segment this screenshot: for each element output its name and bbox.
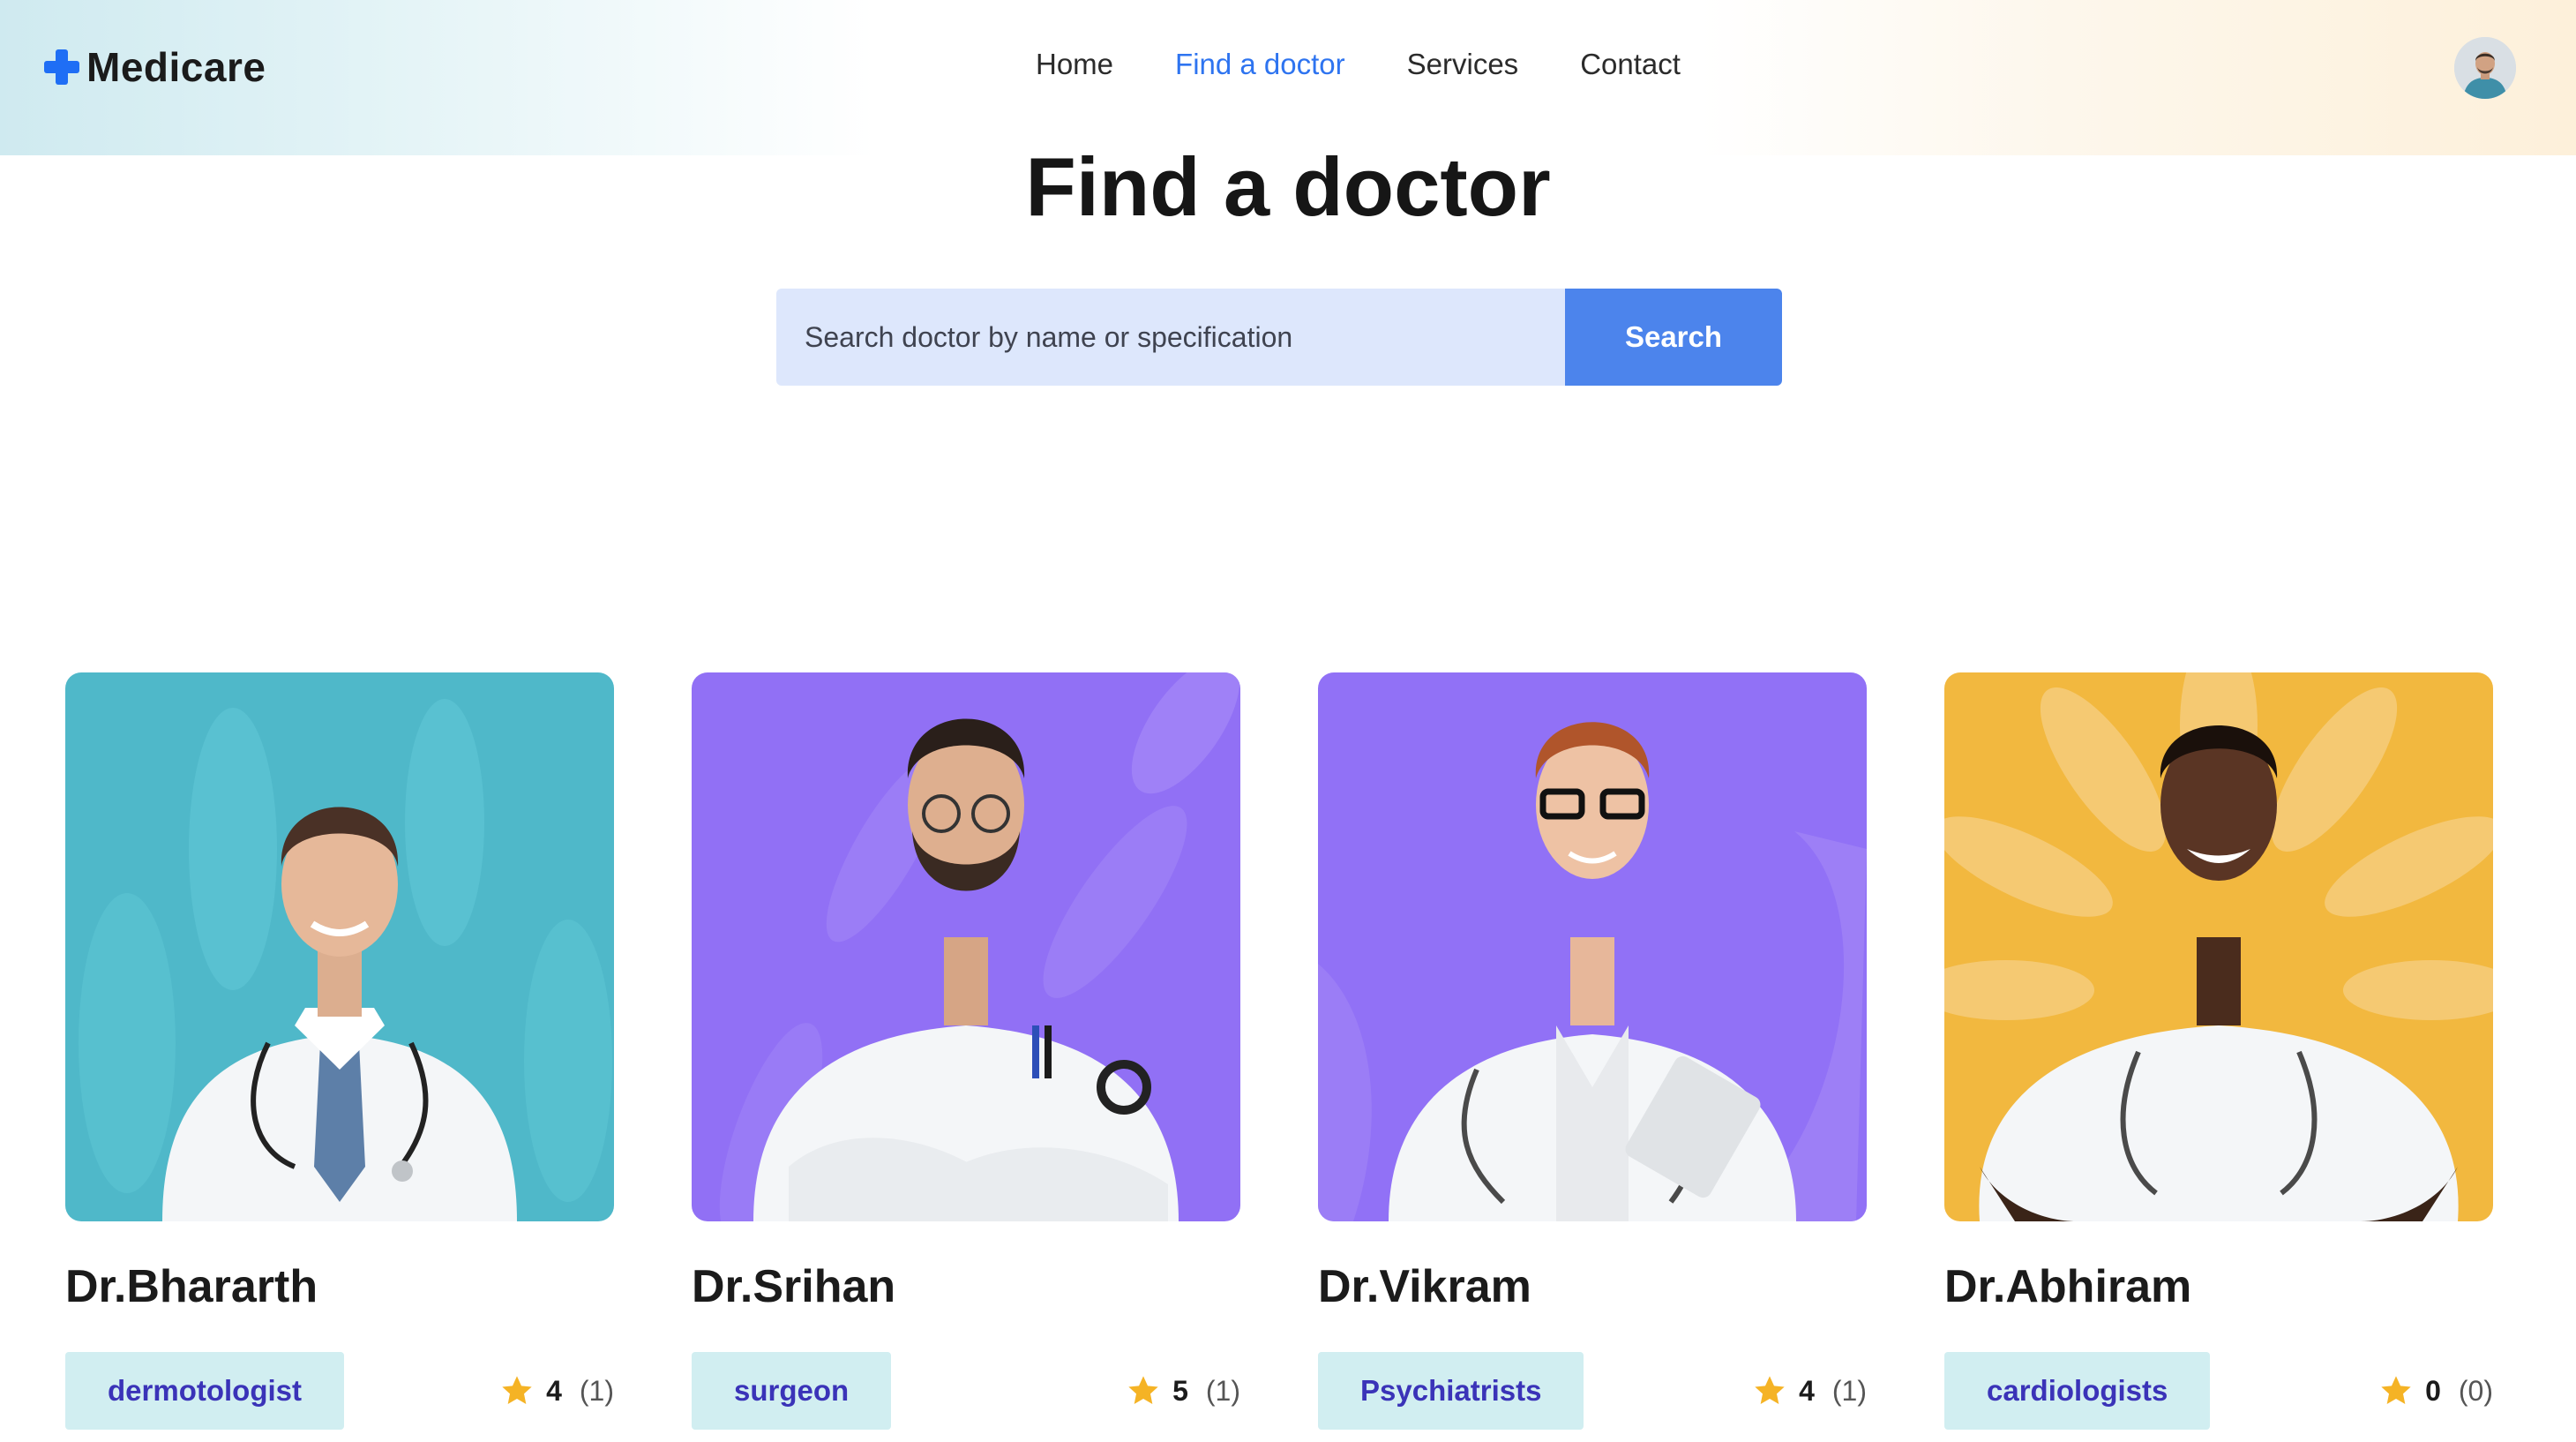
page: Medicare Home Find a doctor Services Con…: [0, 0, 2576, 1442]
average-rating: 0: [2425, 1374, 2441, 1407]
star-icon: [2381, 1376, 2411, 1404]
nav-contact[interactable]: Contact: [1580, 48, 1681, 81]
average-rating: 4: [1799, 1374, 1815, 1407]
doctor-card[interactable]: Dr.Vikram Psychiatrists 4 (1): [1318, 672, 1867, 1430]
user-avatar[interactable]: [2454, 37, 2516, 99]
nav-services[interactable]: Services: [1407, 48, 1519, 81]
doctor-rating: 5 (1): [1125, 1373, 1240, 1408]
total-ratings: (1): [1205, 1374, 1240, 1407]
doctor-meta: Psychiatrists 4 (1): [1318, 1352, 1867, 1430]
specialization-badge: cardiologists: [1944, 1352, 2211, 1430]
nav-home[interactable]: Home: [1036, 48, 1113, 81]
doctor-rating: 4 (1): [1751, 1373, 1867, 1408]
doctor-meta: cardiologists 0 (0): [1944, 1352, 2493, 1430]
doctor-photo[interactable]: [1318, 672, 1867, 1221]
medical-cross-icon: [42, 48, 81, 86]
search-input[interactable]: [776, 289, 1565, 386]
doctor-card[interactable]: Dr.Bhararth dermotologist 4 (1): [65, 672, 614, 1430]
star-icon: [1128, 1376, 1158, 1404]
brand-name: Medicare: [86, 44, 266, 90]
star-icon: [1755, 1376, 1785, 1404]
nav-find-a-doctor[interactable]: Find a doctor: [1175, 48, 1345, 81]
search-button[interactable]: Search: [1565, 289, 1782, 386]
average-rating: 4: [546, 1374, 562, 1407]
doctor-photo[interactable]: [65, 672, 614, 1221]
doctor-photo[interactable]: [692, 672, 1240, 1221]
doctor-name[interactable]: Dr.Abhiram: [1944, 1260, 2493, 1315]
average-rating: 5: [1172, 1374, 1188, 1407]
doctor-name[interactable]: Dr.Srihan: [692, 1260, 1240, 1315]
doctor-name[interactable]: Dr.Vikram: [1318, 1260, 1867, 1315]
doctor-photo[interactable]: [1944, 672, 2493, 1221]
specialization-badge: Psychiatrists: [1318, 1352, 1584, 1430]
main-nav: Home Find a doctor Services Contact: [1036, 48, 1681, 81]
doctor-rating: 4 (1): [498, 1373, 614, 1408]
doctor-rating: 0 (0): [2378, 1373, 2493, 1408]
doctor-meta: surgeon 5 (1): [692, 1352, 1240, 1430]
brand-logo[interactable]: Medicare: [42, 42, 266, 92]
doctor-card[interactable]: Dr.Abhiram cardiologists 0 (0): [1944, 672, 2493, 1430]
user-avatar-icon: [2454, 37, 2516, 99]
total-ratings: (1): [579, 1374, 614, 1407]
search-bar: Search: [776, 289, 1782, 386]
specialization-badge: surgeon: [692, 1352, 892, 1430]
doctor-meta: dermotologist 4 (1): [65, 1352, 614, 1430]
total-ratings: (1): [1831, 1374, 1867, 1407]
total-ratings: (0): [2458, 1374, 2493, 1407]
star-icon: [502, 1376, 532, 1404]
doctor-card[interactable]: Dr.Srihan surgeon 5 (1): [692, 672, 1240, 1430]
site-header: Medicare Home Find a doctor Services Con…: [0, 0, 2576, 155]
page-title: Find a doctor: [1025, 140, 1551, 233]
doctor-name[interactable]: Dr.Bhararth: [65, 1260, 614, 1315]
specialization-badge: dermotologist: [65, 1352, 344, 1430]
